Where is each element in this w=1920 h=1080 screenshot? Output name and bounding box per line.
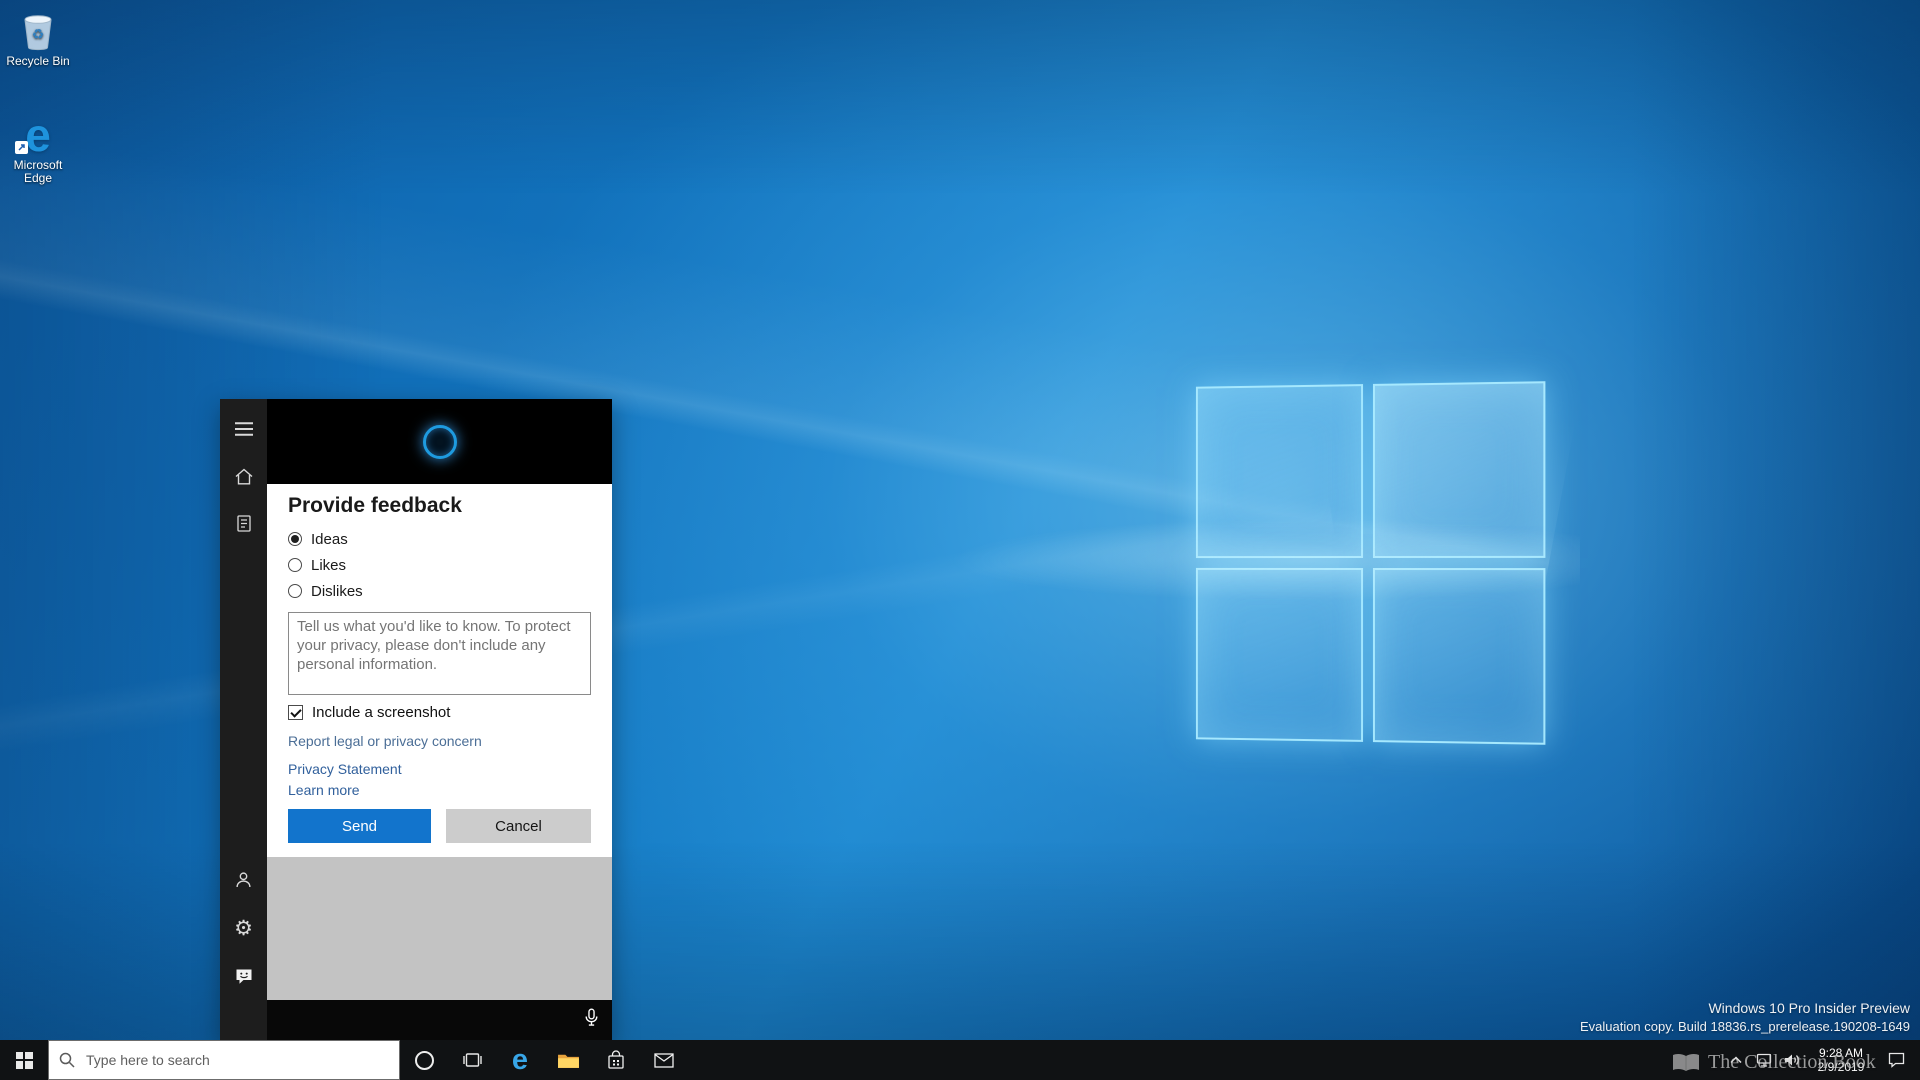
microphone-icon — [585, 1009, 598, 1027]
cortana-taskbar-button[interactable] — [400, 1040, 448, 1080]
hamburger-menu-button[interactable] — [220, 409, 267, 449]
radio-button[interactable] — [288, 558, 302, 572]
cortana-icon — [415, 1051, 434, 1070]
speaker-icon — [1784, 1053, 1800, 1067]
cortana-input-bar — [267, 1000, 612, 1040]
taskbar-clock[interactable]: 9:28 AM 2/9/2019 — [1806, 1046, 1876, 1074]
radio-label: Dislikes — [311, 583, 363, 600]
recycle-bin-desktop-icon[interactable]: ♻ Recycle Bin — [0, 10, 76, 68]
network-icon — [1756, 1053, 1772, 1067]
cortana-panel: ⚙ Provide feedback Ideas — [220, 399, 612, 1040]
desktop: ♻ Recycle Bin e Microsoft Edge Windows 1… — [0, 0, 1920, 1080]
recycle-symbol: ♻ — [32, 26, 45, 42]
mail-envelope-icon — [654, 1053, 674, 1068]
taskbar-search[interactable] — [48, 1040, 400, 1080]
checkbox-label: Include a screenshot — [312, 704, 450, 721]
cortana-header — [267, 399, 612, 484]
store-bag-icon — [607, 1050, 625, 1070]
clock-time: 9:28 AM — [1806, 1046, 1876, 1060]
radio-option-likes[interactable]: Likes — [288, 552, 592, 578]
report-legal-link[interactable]: Report legal or privacy concern — [288, 733, 592, 749]
search-input[interactable] — [84, 1051, 389, 1069]
cortana-sidebar: ⚙ — [220, 399, 267, 1040]
cortana-panel-lower-area — [267, 857, 612, 1000]
settings-button[interactable]: ⚙ — [220, 908, 267, 948]
include-screenshot-option[interactable]: Include a screenshot — [288, 704, 592, 721]
action-center-button[interactable] — [1876, 1040, 1916, 1080]
tray-chevron-button[interactable] — [1722, 1040, 1750, 1080]
privacy-statement-link[interactable]: Privacy Statement — [288, 761, 592, 777]
edge-label: Microsoft Edge — [1, 159, 75, 185]
build-info-line1: Windows 10 Pro Insider Preview — [1580, 1000, 1910, 1016]
radio-button-selected[interactable] — [288, 532, 302, 546]
start-button[interactable] — [0, 1040, 48, 1080]
system-tray: 9:28 AM 2/9/2019 — [1722, 1040, 1920, 1080]
feedback-form: Provide feedback Ideas Likes Dislikes In… — [267, 484, 612, 857]
shortcut-arrow-icon — [15, 141, 28, 157]
radio-label: Ideas — [311, 531, 348, 548]
mail-button[interactable] — [640, 1040, 688, 1080]
home-button[interactable] — [220, 456, 267, 496]
feedback-button[interactable] — [220, 956, 267, 996]
radio-label: Likes — [311, 557, 346, 574]
screenshot-checkbox[interactable] — [288, 705, 303, 720]
cancel-button[interactable]: Cancel — [446, 809, 591, 843]
learn-more-link[interactable]: Learn more — [288, 782, 592, 798]
build-info-line2: Evaluation copy. Build 18836.rs_prerelea… — [1580, 1019, 1910, 1034]
task-view-icon — [462, 1051, 483, 1069]
recycle-bin-label: Recycle Bin — [6, 55, 69, 68]
feedback-text-input[interactable] — [288, 612, 591, 695]
folder-icon — [557, 1051, 580, 1070]
wallpaper-light-flare — [720, 505, 1580, 615]
windows-logo-icon — [16, 1052, 33, 1069]
radio-button[interactable] — [288, 584, 302, 598]
microphone-button[interactable] — [585, 1009, 598, 1032]
radio-option-ideas[interactable]: Ideas — [288, 526, 592, 552]
action-center-icon — [1888, 1052, 1905, 1068]
edge-icon: e — [512, 1046, 528, 1075]
edge-icon: e — [25, 115, 51, 155]
edge-taskbar-button[interactable]: e — [496, 1040, 544, 1080]
radio-option-dislikes[interactable]: Dislikes — [288, 578, 592, 604]
file-explorer-button[interactable] — [544, 1040, 592, 1080]
microsoft-edge-desktop-icon[interactable]: e Microsoft Edge — [0, 114, 76, 185]
chevron-up-icon — [1730, 1056, 1742, 1064]
build-info: Windows 10 Pro Insider Preview Evaluatio… — [1580, 1000, 1910, 1034]
microsoft-store-button[interactable] — [592, 1040, 640, 1080]
network-tray-button[interactable] — [1750, 1040, 1778, 1080]
taskbar: e — [0, 1040, 1920, 1080]
recycle-bin-icon: ♻ — [16, 10, 60, 52]
notebook-button[interactable] — [220, 503, 267, 543]
search-icon — [59, 1052, 75, 1068]
feedback-icon — [235, 968, 253, 985]
page-title: Provide feedback — [288, 494, 592, 518]
gear-icon: ⚙ — [234, 918, 253, 939]
profile-button[interactable] — [220, 859, 267, 899]
clock-date: 2/9/2019 — [1806, 1060, 1876, 1074]
volume-tray-button[interactable] — [1778, 1040, 1806, 1080]
send-button[interactable]: Send — [288, 809, 431, 843]
task-view-button[interactable] — [448, 1040, 496, 1080]
cortana-logo-icon — [423, 425, 457, 459]
